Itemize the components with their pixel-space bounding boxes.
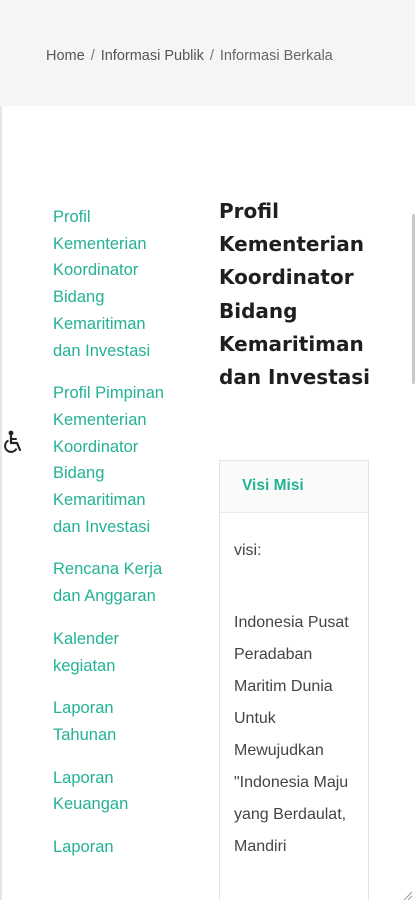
breadcrumb-separator: /	[90, 48, 95, 64]
breadcrumb-informasi-berkala: Informasi Berkala	[219, 48, 333, 64]
tab-visi-misi[interactable]: Visi Misi	[242, 477, 304, 495]
sidebar-item-laporan-keuangan[interactable]: Laporan Keuangan	[53, 765, 171, 818]
visi-misi-card: Visi Misi visi: Indonesia Pusat Peradaba…	[219, 460, 369, 900]
sidebar-item-laporan[interactable]: Laporan	[53, 834, 171, 861]
sidebar-nav: Profil Kementerian Koordinator Bidang Ke…	[53, 204, 171, 877]
breadcrumb-informasi-publik[interactable]: Informasi Publik	[101, 48, 204, 64]
card-body: visi: Indonesia Pusat Peradaban Maritim …	[220, 513, 368, 863]
sidebar-item-rencana-kerja[interactable]: Rencana Kerja dan Anggaran	[53, 556, 171, 609]
visi-text: Indonesia Pusat Peradaban Maritim Dunia …	[234, 614, 349, 855]
sidebar-item-kalender-kegiatan[interactable]: Kalender kegiatan	[53, 626, 171, 679]
accessibility-icon[interactable]	[2, 430, 24, 454]
breadcrumb: Home / Informasi Publik / Informasi Berkala	[46, 48, 333, 64]
breadcrumb-home[interactable]: Home	[46, 48, 85, 64]
breadcrumb-bar: Home / Informasi Publik / Informasi Berkala	[0, 0, 415, 106]
sidebar-item-laporan-tahunan[interactable]: Laporan Tahunan	[53, 695, 171, 748]
resize-grip-icon[interactable]	[402, 887, 413, 900]
visi-label: visi:	[234, 542, 262, 559]
breadcrumb-separator: /	[209, 48, 214, 64]
card-header: Visi Misi	[220, 461, 368, 513]
page: Home / Informasi Publik / Informasi Berkala …	[0, 0, 415, 900]
sidebar-item-profil-pimpinan[interactable]: Profil Pimpinan Kementerian Koordinator …	[53, 380, 171, 540]
page-title: Profil Kementerian Koordinator Bidang Ke…	[219, 199, 371, 390]
sidebar-item-profil-kementerian[interactable]: Profil Kementerian Koordinator Bidang Ke…	[53, 204, 171, 364]
